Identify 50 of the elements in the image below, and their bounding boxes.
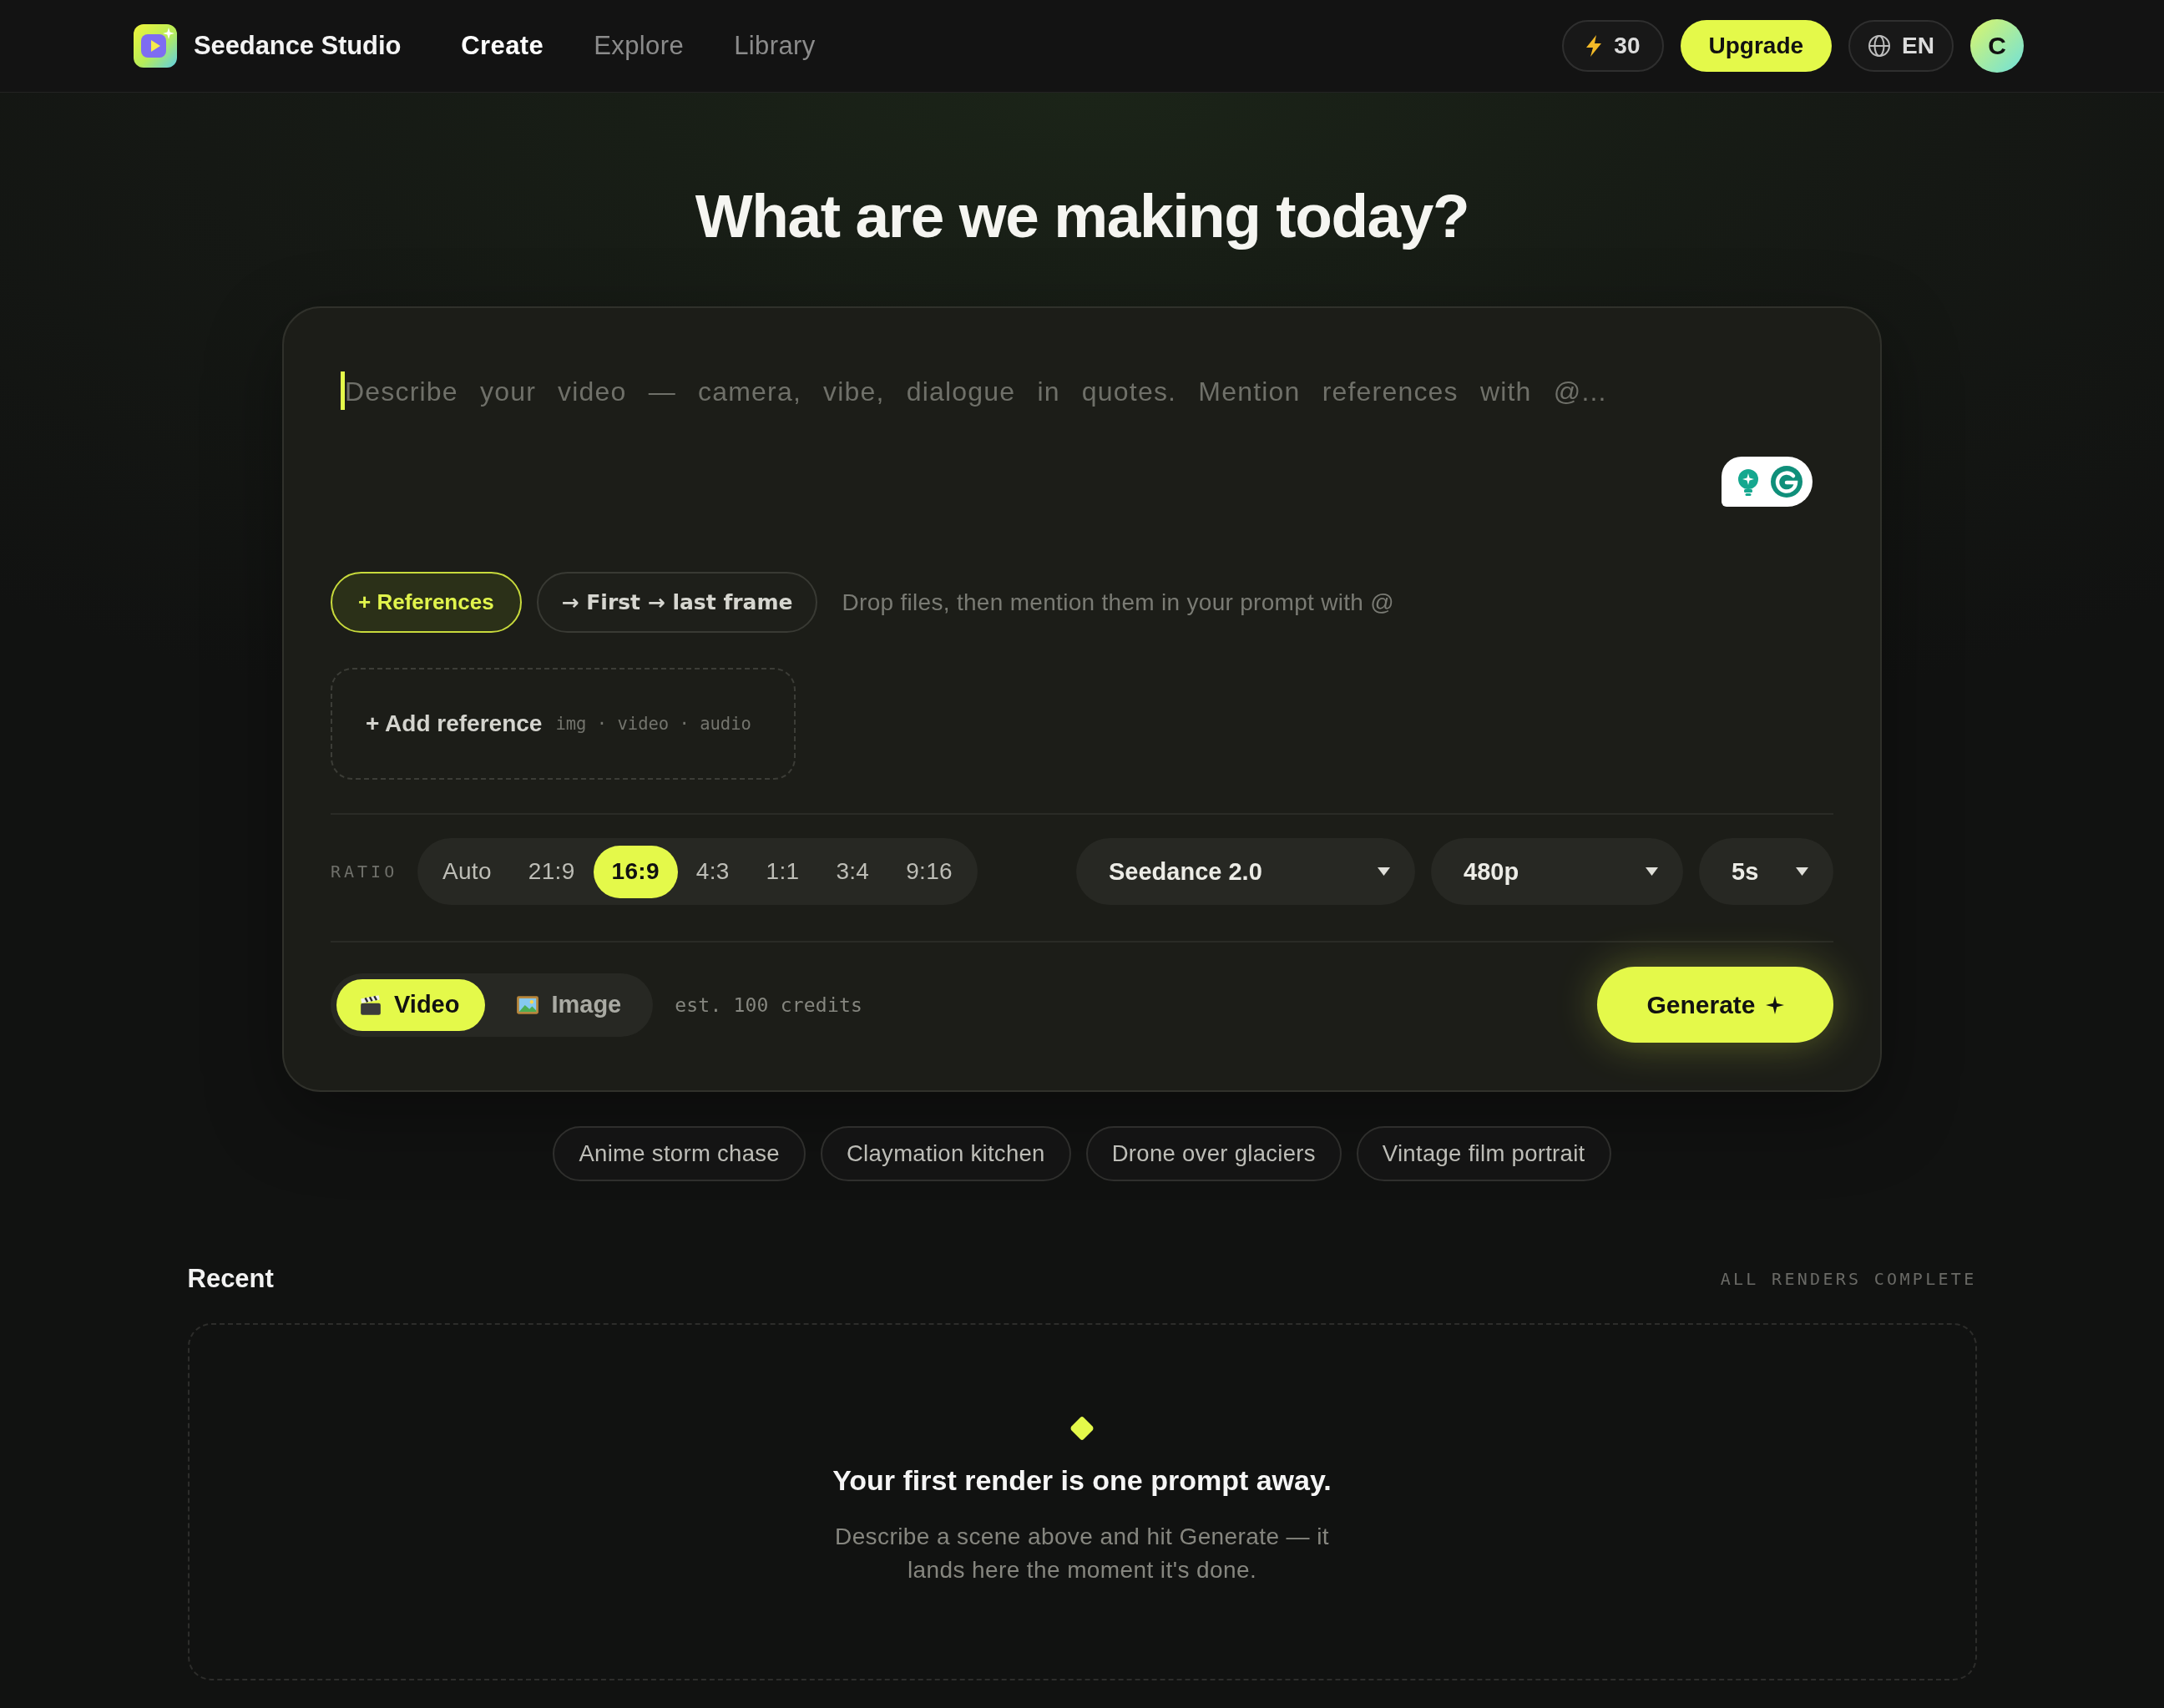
- ratio-option[interactable]: 1:1: [747, 845, 818, 898]
- language-button[interactable]: EN: [1848, 20, 1954, 72]
- avatar-button[interactable]: C: [1970, 19, 2024, 73]
- nav-link[interactable]: Explore: [594, 31, 685, 61]
- credits-button[interactable]: 30: [1562, 20, 1664, 72]
- reference-hint: Drop files, then mention them in your prompt with @: [842, 589, 1395, 616]
- render-status: ALL RENDERS COMPLETE: [1720, 1269, 1977, 1289]
- page-heading: What are we making today?: [695, 181, 1469, 251]
- diamond-icon: [1069, 1415, 1095, 1442]
- file-types-label: img · video · audio: [555, 714, 751, 734]
- image-mode-button[interactable]: Image: [493, 978, 648, 1031]
- brand-name: Seedance Studio: [194, 31, 402, 61]
- nav-link[interactable]: Library: [734, 31, 816, 61]
- g-circle-icon: [1769, 465, 1803, 498]
- caret-icon: [1646, 867, 1658, 876]
- empty-state-title: Your first render is one prompt away.: [832, 1463, 1332, 1497]
- suggestion-chip[interactable]: Claymation kitchen: [820, 1126, 1071, 1181]
- references-button[interactable]: + References: [331, 572, 522, 633]
- credit-estimate: est. 100 credits: [675, 993, 863, 1016]
- text-cursor-icon: [341, 371, 345, 410]
- generate-button[interactable]: Generate: [1597, 967, 1833, 1043]
- section-title: Recent: [187, 1264, 274, 1294]
- nav-link[interactable]: Create: [461, 31, 544, 61]
- add-reference-label: + Add reference: [366, 710, 543, 737]
- ratio-option[interactable]: Auto: [424, 845, 510, 898]
- ratio-option[interactable]: 9:16: [887, 845, 971, 898]
- suggestion-chip[interactable]: Anime storm chase: [553, 1126, 806, 1181]
- resolution-dropdown[interactable]: 480p: [1431, 838, 1683, 905]
- clapperboard-icon: [359, 993, 382, 1017]
- model-dropdown[interactable]: Seedance 2.0: [1076, 838, 1415, 905]
- ratio-option[interactable]: 16:9: [593, 845, 678, 898]
- add-reference-dropzone[interactable]: + Add reference img · video · audio: [331, 668, 796, 780]
- lightning-bolt-icon: [1585, 35, 1603, 57]
- ratio-option[interactable]: 3:4: [817, 845, 888, 898]
- globe-icon: [1868, 34, 1892, 58]
- ratio-option[interactable]: 4:3: [677, 845, 748, 898]
- duration-dropdown[interactable]: 5s: [1699, 838, 1833, 905]
- suggestion-chip[interactable]: Drone over glaciers: [1085, 1126, 1342, 1181]
- empty-state-text: Describe a scene above and hit Generate — it lands here the moment it's done.: [834, 1523, 1330, 1584]
- frames-button[interactable]: → First → last frame: [536, 572, 818, 633]
- upgrade-button[interactable]: Upgrade: [1680, 20, 1833, 72]
- caret-icon: [1796, 867, 1808, 876]
- suggestion-chip[interactable]: Vintage film portrait: [1356, 1126, 1611, 1181]
- helper-widget[interactable]: [1722, 457, 1813, 507]
- ratio-label: RATIO: [331, 862, 399, 882]
- ratio-option[interactable]: 21:9: [509, 845, 594, 898]
- sparkle-icon: [1765, 995, 1784, 1014]
- video-mode-button[interactable]: Video: [336, 978, 486, 1031]
- play-logo-icon[interactable]: [134, 24, 177, 68]
- caret-icon: [1378, 867, 1390, 876]
